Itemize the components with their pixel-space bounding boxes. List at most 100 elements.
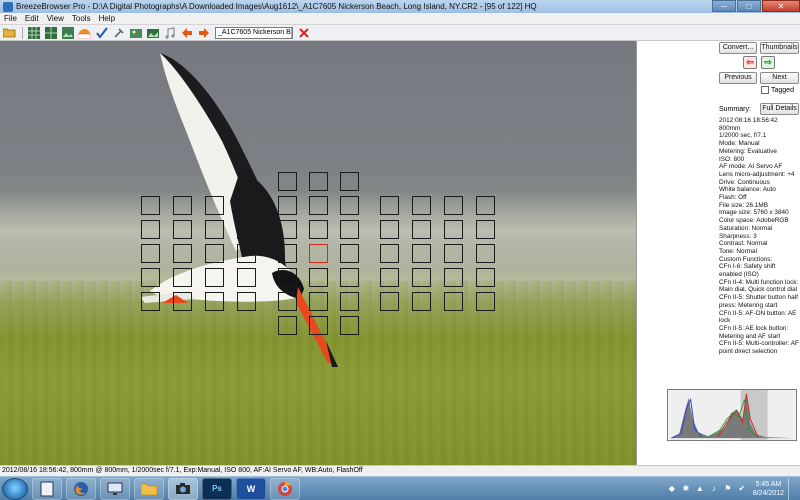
metadata-line: Flash: Off	[719, 194, 747, 202]
af-point	[412, 196, 431, 215]
delete-icon[interactable]	[296, 26, 311, 40]
checkmark-icon[interactable]	[94, 26, 109, 40]
af-point	[412, 244, 431, 263]
metadata-line: CFn II-5: AE lock button: Metering and A…	[719, 324, 789, 340]
start-button[interactable]	[2, 477, 28, 500]
af-point	[380, 244, 399, 263]
file-manager-icon[interactable]	[32, 477, 62, 500]
status-bar: 2012/08/16 18:56:42, 800mm @ 800mm, 1/20…	[0, 465, 800, 476]
word-label: W	[246, 483, 256, 494]
af-point	[380, 220, 399, 239]
af-point	[141, 244, 160, 263]
metadata-line: Mode: Manual	[719, 140, 760, 148]
tagged-checkbox[interactable]: Tagged	[761, 86, 794, 94]
grid-icon[interactable]	[26, 26, 41, 40]
next-button[interactable]: Next	[760, 72, 799, 84]
chrome-icon[interactable]	[270, 477, 300, 500]
file-select-value: _A1C7605 Nickerson B	[218, 29, 291, 36]
system-clock[interactable]: 5:45 AM 8/24/2012	[753, 480, 784, 498]
af-point	[141, 196, 160, 215]
photo-icon[interactable]	[128, 26, 143, 40]
af-point	[476, 244, 495, 263]
metadata-line: CFn II-4: Multi function lock: Main dial…	[719, 278, 799, 294]
af-point	[278, 220, 297, 239]
music-icon[interactable]	[162, 26, 177, 40]
full-details-button[interactable]: Full Details	[760, 103, 799, 115]
menu-tools[interactable]: Tools	[68, 13, 95, 25]
af-point	[237, 196, 256, 215]
metadata-line: Lens micro-adjustment: +4	[719, 170, 795, 178]
open-folder-icon[interactable]	[2, 26, 17, 40]
word-icon[interactable]: W	[236, 477, 266, 500]
monitor-icon[interactable]	[100, 477, 130, 500]
af-point	[444, 220, 463, 239]
metadata-line: 1/2000 sec, f/7.1	[719, 132, 767, 140]
af-point	[309, 316, 328, 335]
firefox-icon[interactable]	[66, 477, 96, 500]
toolbar-separator	[22, 26, 23, 39]
shield-icon[interactable]: ◆	[667, 484, 677, 494]
arrow-left-icon[interactable]	[179, 26, 194, 40]
photo-alt-icon[interactable]	[145, 26, 160, 40]
af-point	[412, 268, 431, 287]
af-point	[237, 292, 256, 311]
summary-label: Summary:	[719, 106, 751, 113]
info-panel: Convert... Thumbnails ⇦ ⇨ Previous Next …	[636, 41, 800, 465]
system-tray: ◆ ✱ ▲ ♪ ⚑ ✔ 5:45 AM 8/24/2012	[663, 477, 800, 500]
convert-button[interactable]: Convert...	[719, 42, 757, 54]
metadata-line: CFn II-5: Multi-controller: AF point dir…	[719, 340, 799, 356]
previous-arrow-icon[interactable]: ⇦	[743, 56, 757, 69]
metadata-line: CFn I-6: Safety shift enabled (ISO)	[719, 263, 776, 279]
update-icon[interactable]: ✔	[737, 484, 747, 494]
af-point-selected	[309, 244, 328, 263]
thumbnails-button[interactable]: Thumbnails	[760, 42, 799, 54]
close-button[interactable]: ✕	[762, 0, 800, 12]
image-viewer[interactable]	[0, 41, 636, 465]
maximize-button[interactable]: □	[737, 0, 761, 12]
metadata-line: File size: 26.1MB	[719, 201, 769, 209]
af-point	[340, 292, 359, 311]
menu-view[interactable]: View	[43, 13, 68, 25]
photoshop-icon[interactable]: Ps	[202, 477, 232, 500]
clock-date: 8/24/2012	[752, 489, 784, 497]
menu-file[interactable]: File	[0, 13, 21, 25]
previous-button[interactable]: Previous	[719, 72, 757, 84]
show-desktop-button[interactable]	[788, 477, 796, 500]
title-bar: BreezeBrowser Pro - D:\A Digital Photogr…	[0, 0, 800, 13]
af-point	[205, 268, 224, 287]
image-icon[interactable]	[60, 26, 75, 40]
af-point	[173, 268, 192, 287]
window-title: BreezeBrowser Pro - D:\A Digital Photogr…	[16, 2, 537, 11]
af-point	[278, 292, 297, 311]
grid-large-icon[interactable]	[43, 26, 58, 40]
af-point	[340, 244, 359, 263]
af-point	[412, 220, 431, 239]
minimize-button[interactable]: ─	[712, 0, 736, 12]
camera-icon[interactable]	[168, 477, 198, 500]
metadata-line: Saturation: Normal	[719, 224, 773, 232]
raw-icon[interactable]	[77, 26, 92, 40]
af-point	[380, 196, 399, 215]
af-point	[278, 316, 297, 335]
histogram	[667, 389, 797, 441]
folder-icon[interactable]	[134, 477, 164, 500]
af-point	[309, 172, 328, 191]
checkbox-box[interactable]	[761, 86, 769, 94]
af-point	[476, 196, 495, 215]
file-select-dropdown[interactable]: _A1C7605 Nickerson B ▼	[215, 26, 293, 39]
metadata-list: 2012:08:16 18:56:42 800mm 1/2000 sec, f/…	[719, 117, 799, 356]
network-icon[interactable]: ▲	[695, 484, 705, 494]
metadata-line: Tone: Normal	[719, 247, 758, 255]
menu-help[interactable]: Help	[95, 13, 119, 25]
bluetooth-icon[interactable]: ✱	[681, 484, 691, 494]
next-arrow-icon[interactable]: ⇨	[761, 56, 775, 69]
af-point	[340, 220, 359, 239]
flag-icon[interactable]: ⚑	[723, 484, 733, 494]
arrow-right-icon[interactable]	[196, 26, 211, 40]
af-point	[340, 316, 359, 335]
af-point	[309, 196, 328, 215]
menu-edit[interactable]: Edit	[21, 13, 43, 25]
volume-icon[interactable]: ♪	[709, 484, 719, 494]
af-point	[278, 244, 297, 263]
tools-icon[interactable]	[111, 26, 126, 40]
